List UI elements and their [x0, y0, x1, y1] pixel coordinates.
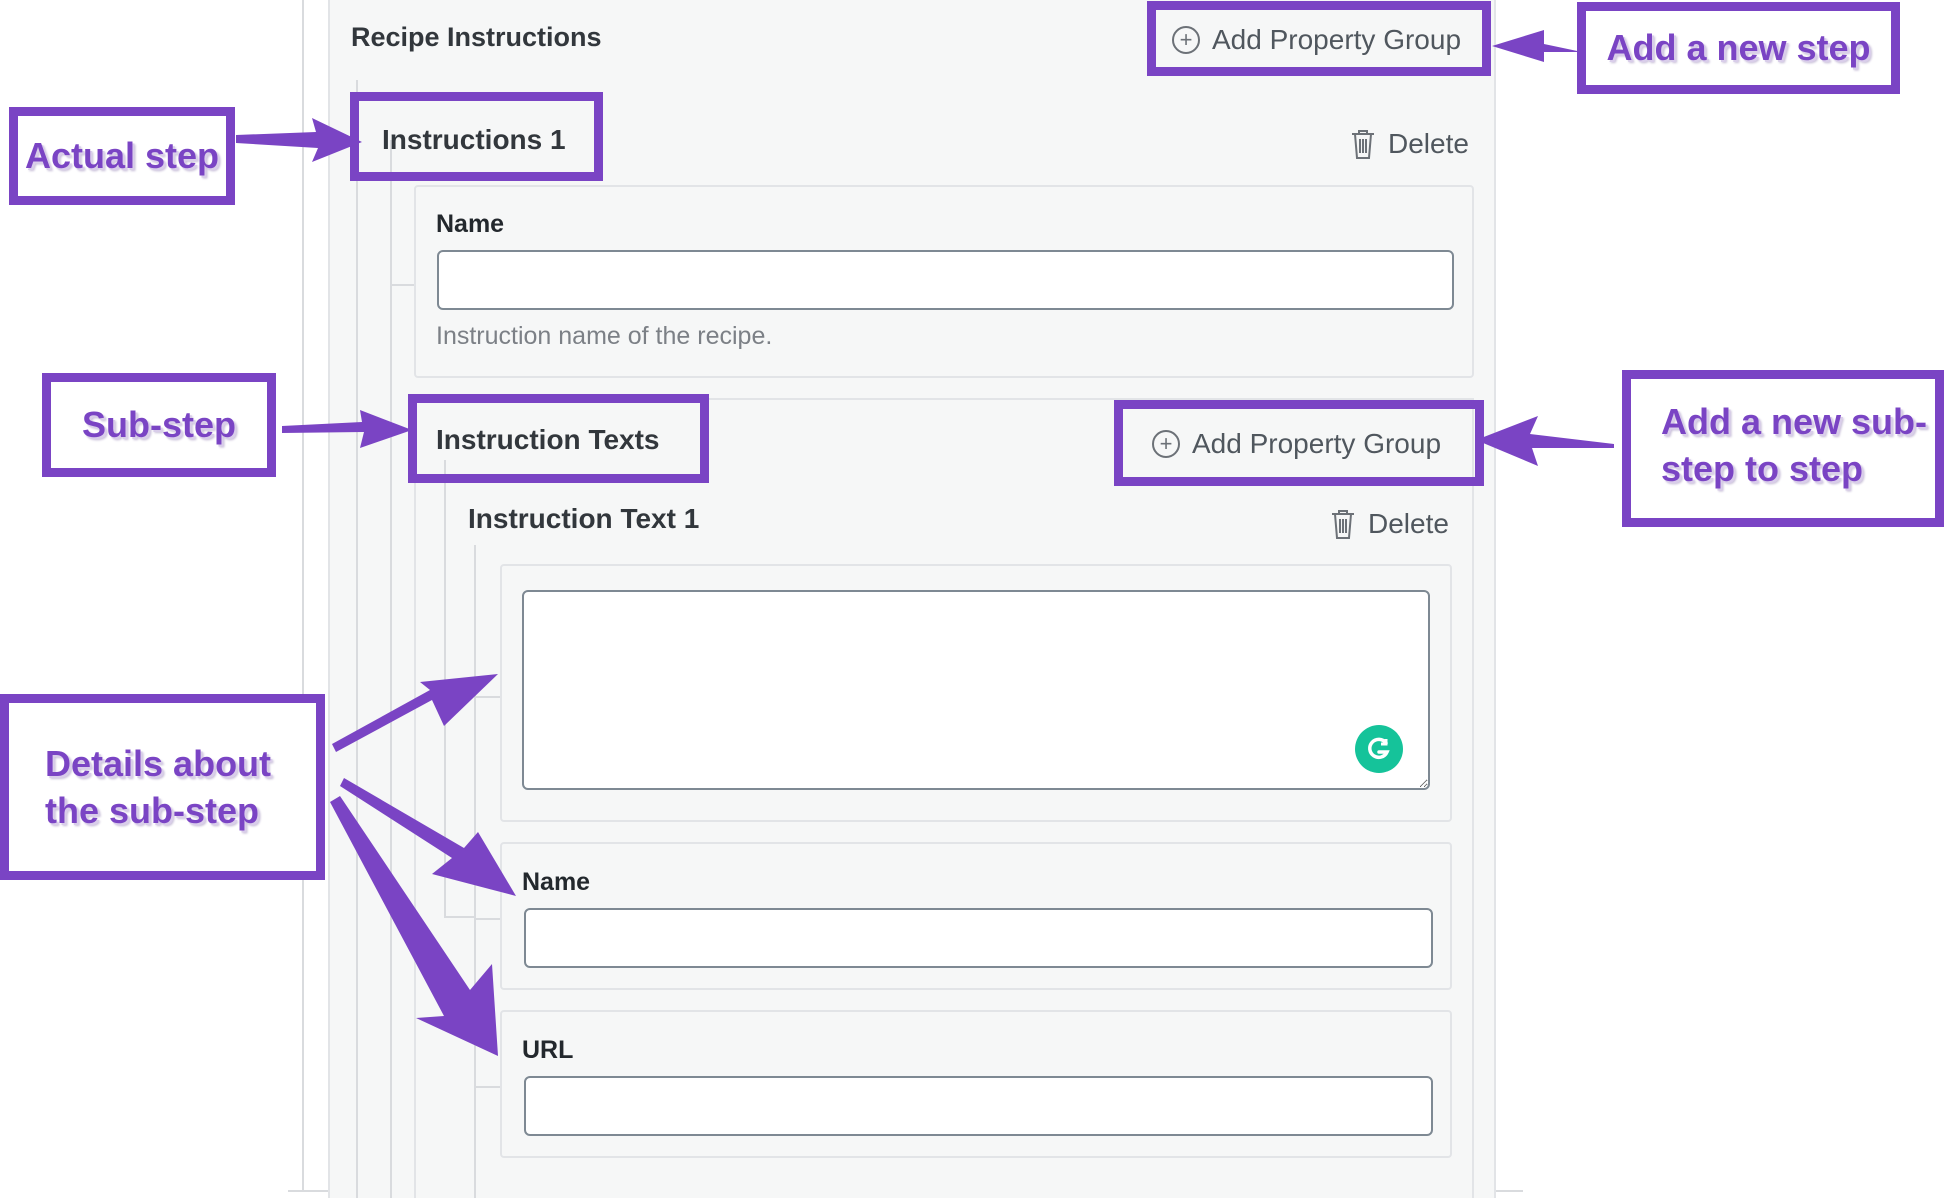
callout-sub-step-text: Sub-step	[81, 403, 236, 445]
callout-details-line1: Details about	[45, 743, 272, 784]
arrow-details-text	[332, 674, 498, 752]
callout-actual-step-text: Actual step	[24, 134, 220, 176]
callout-add-step-text: Add a new step	[1606, 26, 1871, 68]
arrow-sub-step	[282, 410, 412, 448]
callout-actual-step: Actual step	[9, 107, 235, 205]
arrow-add-substep	[1476, 416, 1614, 466]
arrow-add-step	[1492, 30, 1582, 62]
callout-add-substep-line1: Add a new sub-	[1661, 401, 1928, 442]
arrow-details-url	[330, 796, 498, 1056]
annotation-arrows	[236, 30, 1614, 1056]
callout-add-step: Add a new step	[1577, 2, 1900, 94]
callout-details-line2: the sub-step	[45, 789, 260, 831]
callout-details: Details about the sub-step	[0, 694, 325, 880]
arrow-actual-step	[236, 118, 362, 162]
callout-add-substep-line2: step to step	[1661, 447, 1864, 489]
callout-sub-step: Sub-step	[42, 373, 276, 477]
callout-add-substep: Add a new sub- step to step	[1622, 370, 1944, 527]
